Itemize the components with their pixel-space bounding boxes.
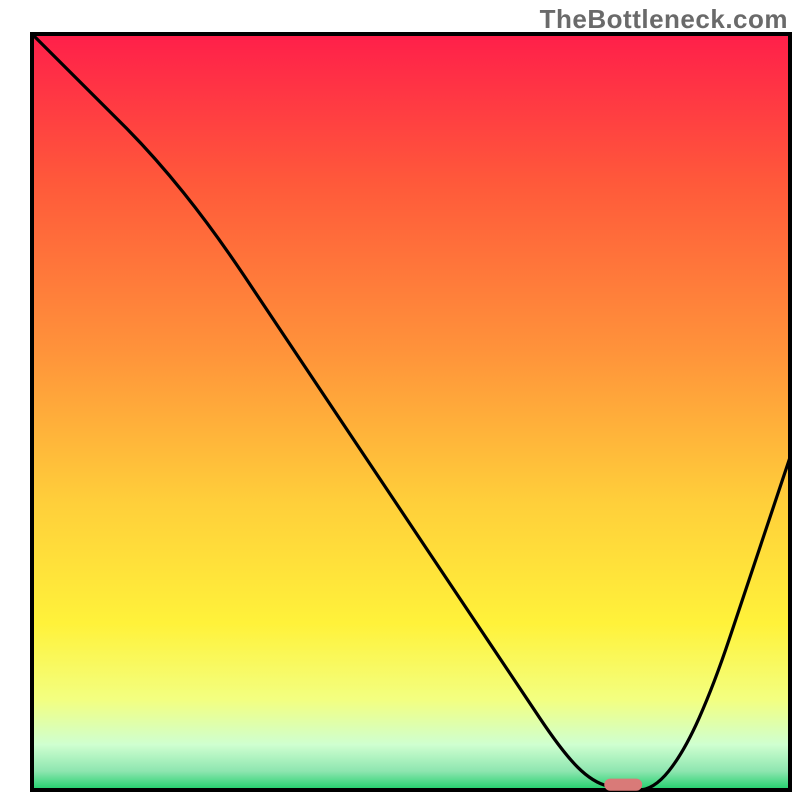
- chart-root: TheBottleneck.com: [0, 0, 800, 800]
- optimal-marker: [604, 779, 642, 791]
- watermark-text: TheBottleneck.com: [540, 4, 788, 35]
- bottleneck-chart: [0, 0, 800, 800]
